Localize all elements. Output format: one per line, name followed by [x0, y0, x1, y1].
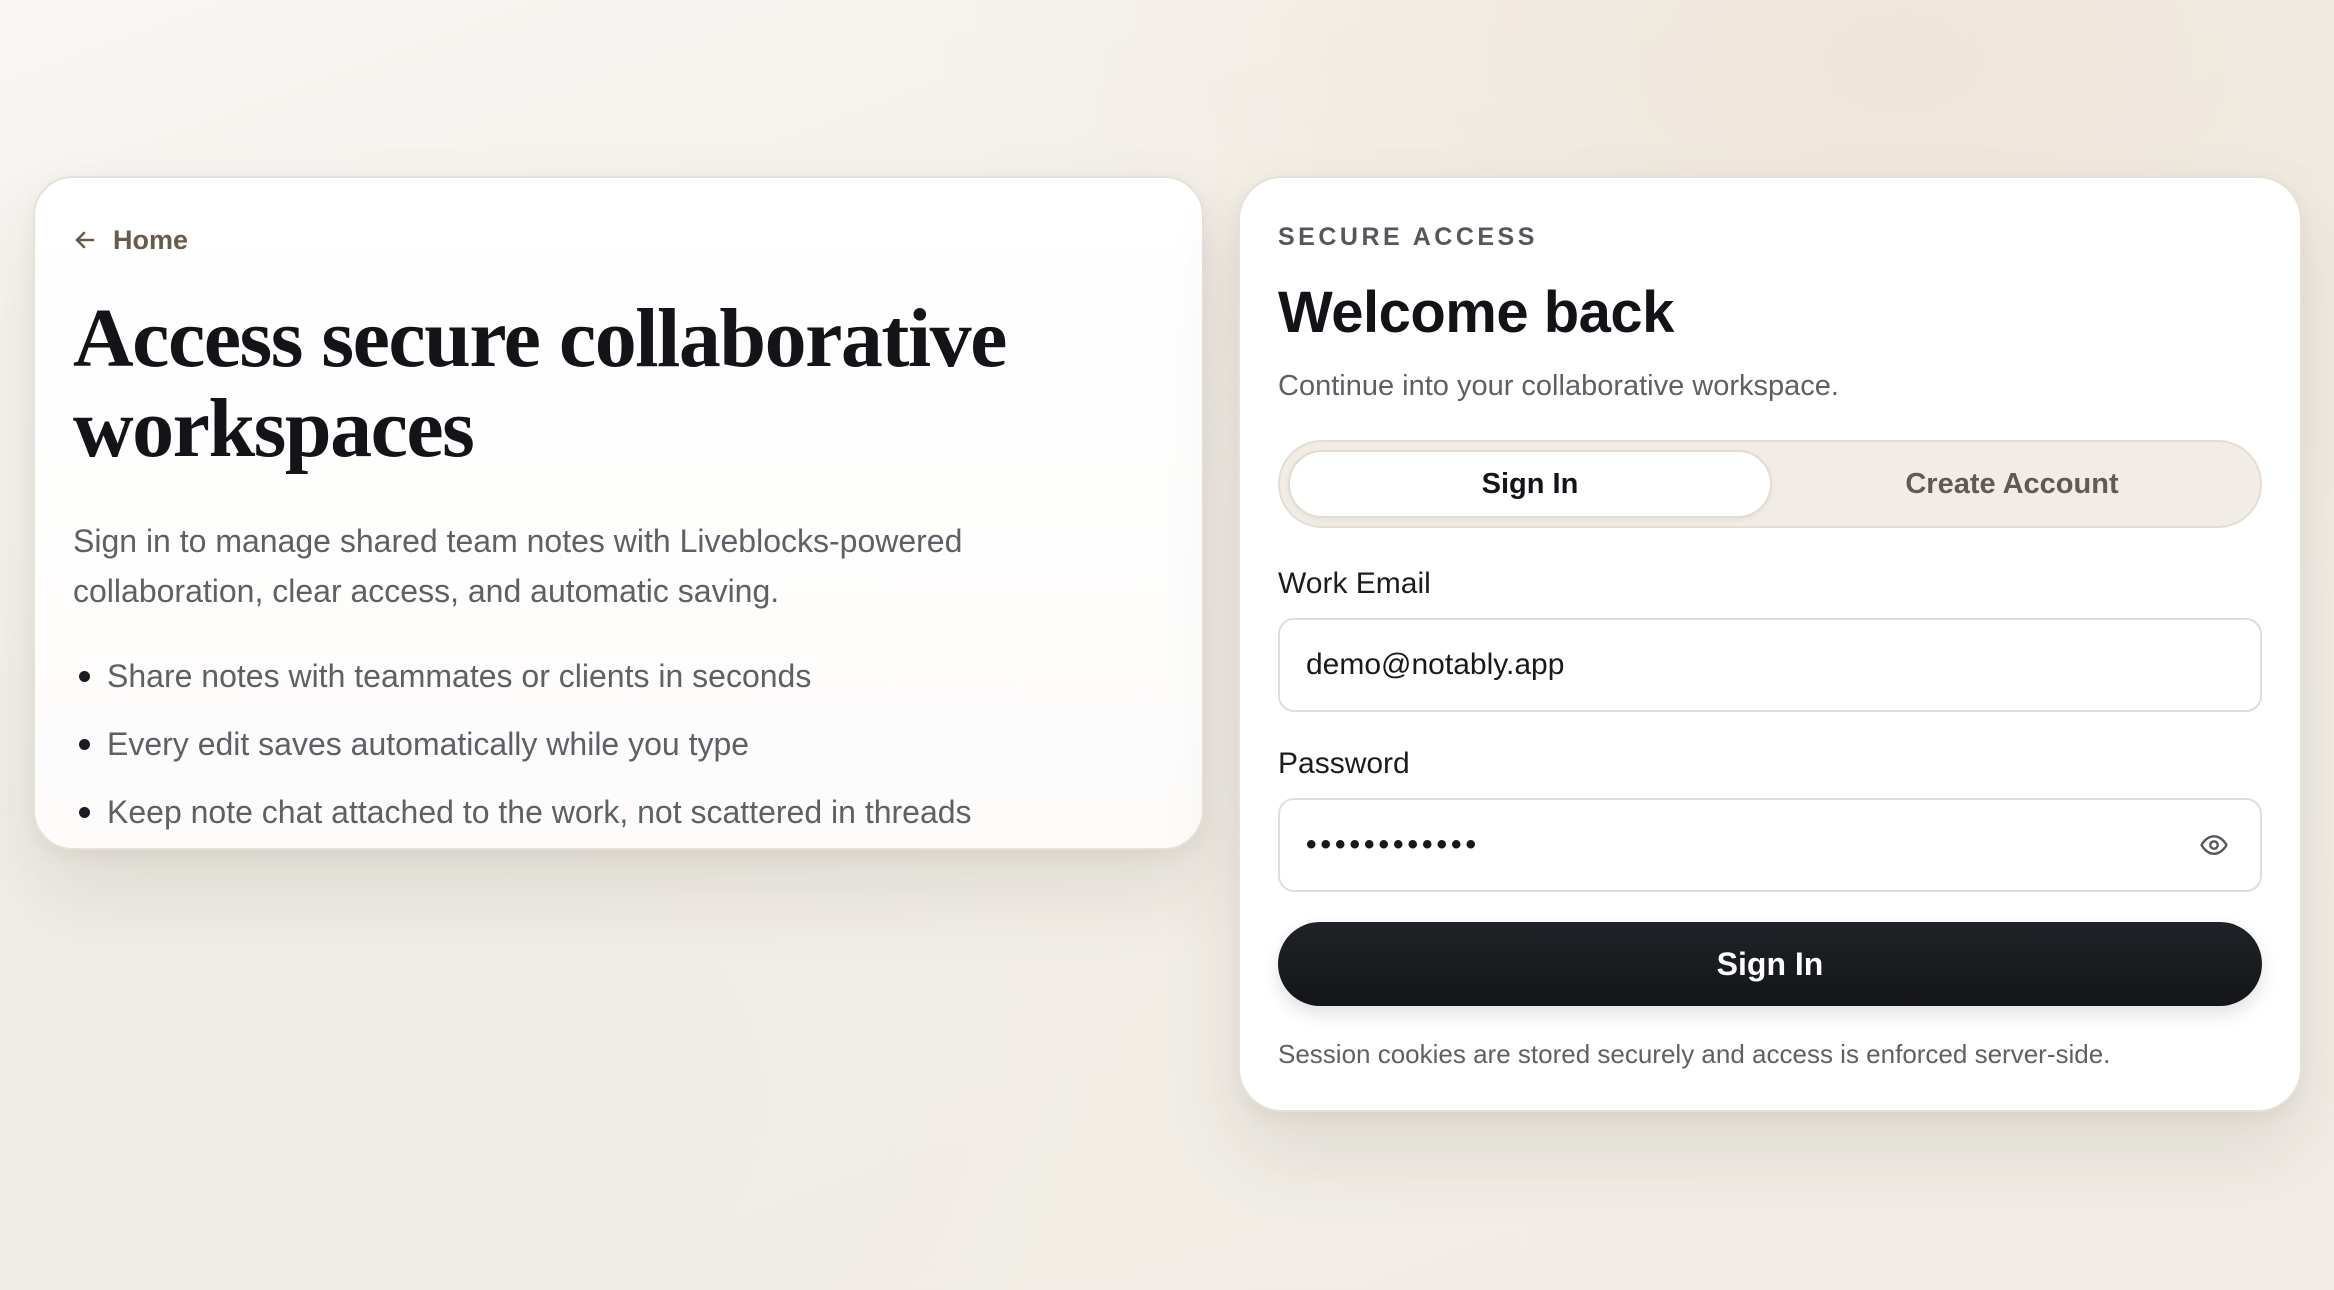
home-link-label: Home: [113, 224, 189, 255]
email-field[interactable]: [1306, 648, 2234, 682]
list-item: Every edit saves automatically while you…: [73, 710, 1164, 778]
bullet-icon: [79, 738, 90, 750]
email-label: Work Email: [1278, 567, 1431, 600]
hero-description: Sign in to manage shared team notes with…: [73, 523, 963, 609]
auth-subtitle: Continue into your collaborative workspa…: [1278, 370, 1839, 402]
email-field-wrapper: [1278, 618, 2262, 712]
tab-sign-in[interactable]: Sign In: [1288, 450, 1772, 518]
eyebrow-label: SECURE ACCESS: [1278, 223, 1538, 251]
tab-create-account[interactable]: Create Account: [1772, 450, 2252, 518]
list-item: Keep note chat attached to the work, not…: [73, 778, 1164, 846]
auth-mode-toggle: Sign In Create Account: [1278, 440, 2262, 528]
hero-title: Access secure collaborative workspaces: [73, 292, 1007, 475]
bullet-icon: [79, 670, 90, 682]
password-field[interactable]: ••••••••••••: [1278, 798, 2262, 892]
arrow-left-icon: [73, 228, 97, 252]
auth-card: SECURE ACCESS Welcome back Continue into…: [1238, 176, 2302, 1112]
password-label: Password: [1278, 747, 1410, 780]
feature-text: Keep note chat attached to the work, not…: [107, 793, 972, 830]
feature-text: Share notes with teammates or clients in…: [107, 657, 812, 694]
intro-card: Home Access secure collaborative workspa…: [33, 176, 1204, 850]
password-value: ••••••••••••: [1306, 828, 1481, 861]
feature-text: Every edit saves automatically while you…: [107, 725, 750, 762]
list-item: Share notes with teammates or clients in…: [73, 642, 1164, 710]
auth-title: Welcome back: [1278, 280, 1674, 345]
eye-icon[interactable]: [2194, 825, 2234, 865]
sign-in-button[interactable]: Sign In: [1278, 922, 2262, 1006]
bullet-icon: [79, 806, 90, 818]
security-footnote: Session cookies are stored securely and …: [1278, 1039, 2111, 1069]
home-link[interactable]: Home: [73, 222, 188, 258]
feature-list: Share notes with teammates or clients in…: [73, 642, 1164, 846]
